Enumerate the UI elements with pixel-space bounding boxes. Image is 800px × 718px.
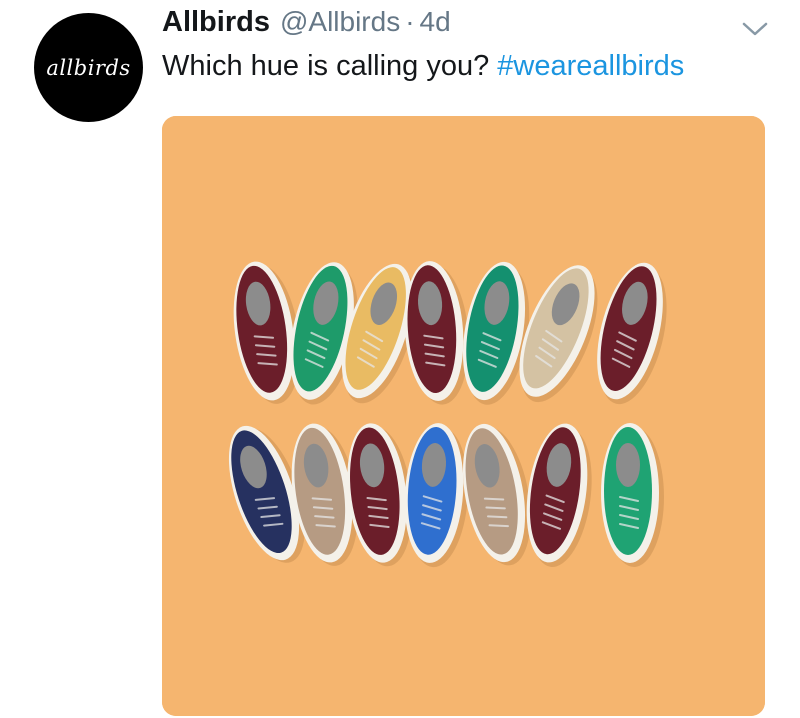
user-handle[interactable]: @Allbirds: [280, 6, 400, 38]
separator-dot: ·: [405, 6, 415, 37]
tweet-body-text: Which hue is calling you?: [162, 50, 498, 82]
tweet-header: Allbirds @Allbirds · 4d: [162, 6, 451, 39]
hashtag-link[interactable]: #weareallbirds: [497, 50, 684, 82]
avatar[interactable]: allbirds: [34, 13, 143, 122]
tweet-timestamp[interactable]: 4d: [420, 6, 451, 38]
tweet-text: Which hue is calling you? #weareallbirds: [162, 50, 684, 83]
shoe-photo: [162, 116, 765, 716]
chevron-down-icon[interactable]: [740, 18, 770, 40]
tweet-image[interactable]: [162, 116, 765, 716]
allbirds-logo: allbirds: [46, 55, 131, 80]
display-name[interactable]: Allbirds: [162, 6, 270, 39]
